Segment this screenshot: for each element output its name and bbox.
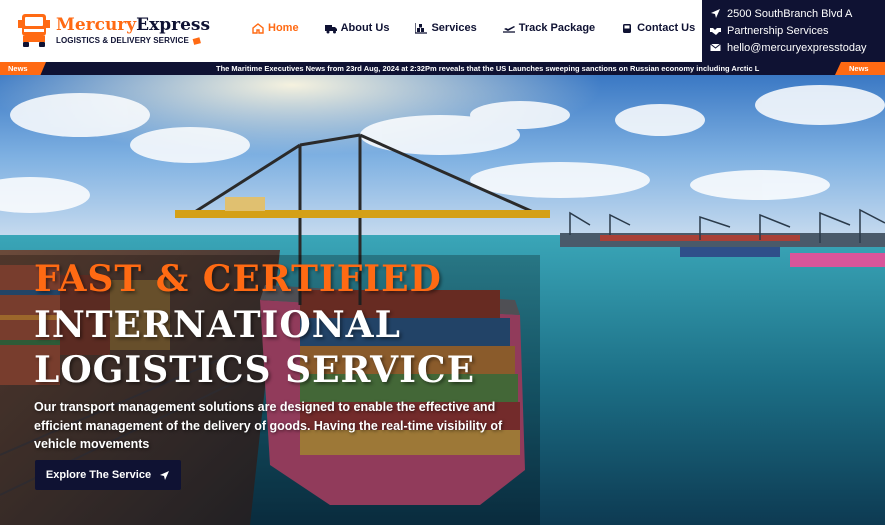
news-ticker: The Maritime Executives News from 23rd A…: [0, 62, 885, 75]
brand-logo[interactable]: MercuryExpress LOGISTICS & DELIVERY SERV…: [18, 12, 210, 48]
boxes-icon: [415, 22, 428, 34]
brand-tagline: LOGISTICS & DELIVERY SERVICE: [56, 35, 189, 45]
hero-title-line3: LOGISTICS SERVICE: [34, 349, 476, 391]
plane-icon: [502, 25, 515, 33]
nav-contact-us[interactable]: Contact Us: [621, 22, 695, 34]
nav-track-package[interactable]: Track Package: [502, 22, 596, 34]
explore-service-button[interactable]: Explore The Service: [35, 460, 181, 490]
ticker-tag-left: News: [0, 62, 46, 75]
truck-logo-icon: [18, 14, 50, 47]
contact-email[interactable]: hello@mercuryexpresstoday: [710, 39, 885, 56]
contact-info-box: 2500 SouthBranch Blvd A Partnership Serv…: [702, 0, 885, 62]
nav-track-label: Track Package: [518, 22, 596, 34]
envelope-icon: [710, 43, 721, 51]
brand-name-part2: Express: [136, 15, 211, 35]
nav-home-label: Home: [268, 22, 299, 34]
phone-icon: [623, 23, 632, 33]
ticker-text[interactable]: The Maritime Executives News from 23rd A…: [216, 62, 836, 75]
send-arrow-icon: [160, 470, 170, 480]
nav-services-label: Services: [431, 22, 477, 34]
site-header: MercuryExpress LOGISTICS & DELIVERY SERV…: [0, 0, 885, 62]
nav-services[interactable]: Services: [415, 22, 477, 34]
contact-partnership[interactable]: Partnership Services: [710, 22, 885, 39]
ticker-tag-right: News: [835, 62, 885, 75]
nav-about-label: About Us: [340, 22, 390, 34]
hero-description: Our transport management solutions are d…: [34, 400, 503, 451]
parcel-icon: [192, 37, 201, 45]
nav-about-us[interactable]: About Us: [324, 22, 390, 34]
location-arrow-icon: [711, 9, 720, 18]
hero-title-line2: INTERNATIONAL: [34, 304, 401, 346]
hero-section: FAST & CERTIFIED INTERNATIONAL LOGISTICS…: [0, 75, 885, 525]
hero-title-line1: FAST & CERTIFIED: [34, 258, 442, 300]
handshake-icon: [710, 28, 721, 35]
nav-home[interactable]: Home: [252, 22, 299, 34]
contact-email-text: hello@mercuryexpresstoday: [727, 41, 867, 54]
truck-icon: [324, 24, 337, 33]
contact-address-text: 2500 SouthBranch Blvd A: [727, 7, 853, 20]
explore-service-label: Explore The Service: [45, 469, 152, 481]
main-nav: Home About Us Services Track Package Con…: [252, 22, 721, 34]
nav-contact-label: Contact Us: [637, 22, 696, 34]
contact-address: 2500 SouthBranch Blvd A: [710, 5, 885, 22]
contact-partnership-text: Partnership Services: [727, 24, 829, 37]
brand-name-part1: Mercury: [56, 15, 137, 35]
home-icon: [252, 22, 264, 34]
